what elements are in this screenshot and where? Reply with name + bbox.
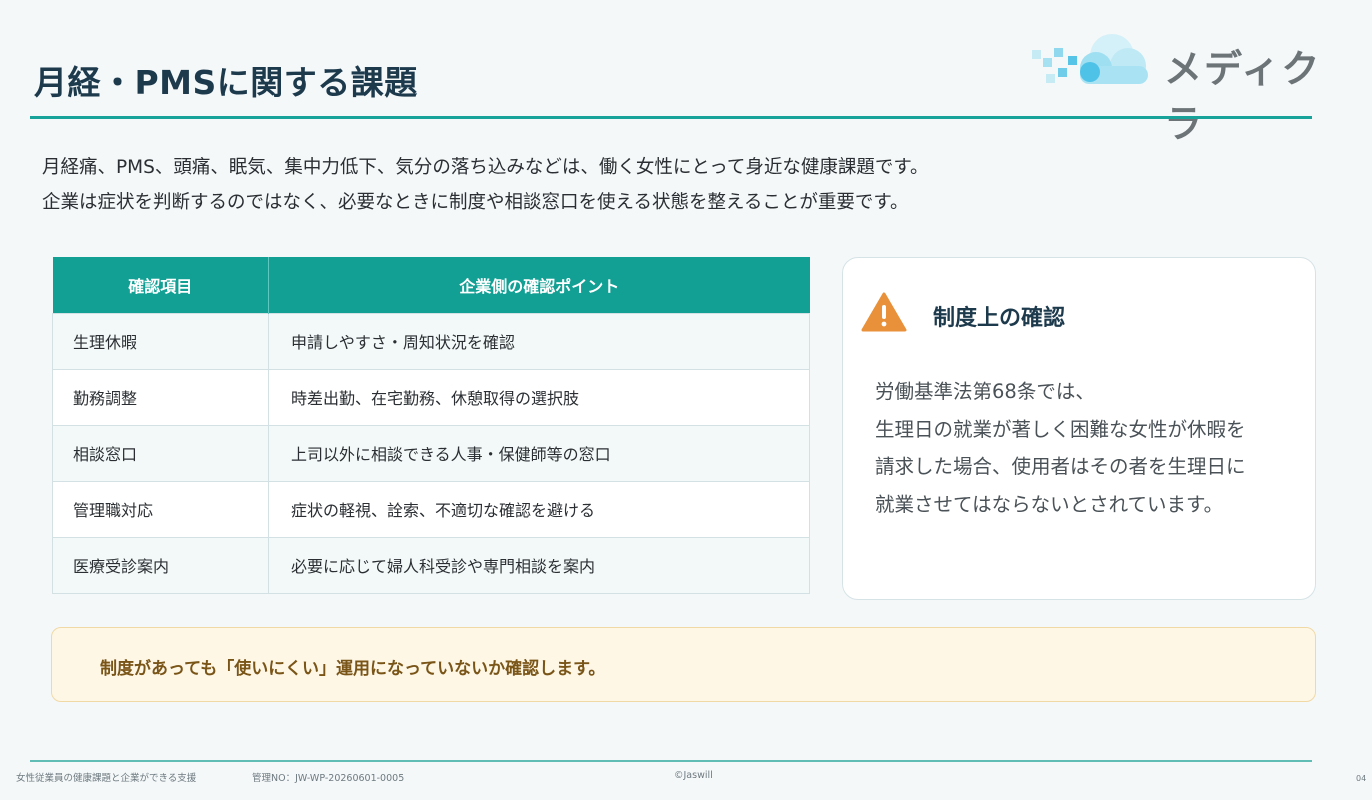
table-row: 勤務調整 時差出勤、在宅勤務、休憩取得の選択肢 [52,368,810,426]
card-line: 請求した場合、使用者はその者を生理日に [875,455,1246,478]
logo-wordmark: メディクラ [1164,47,1322,146]
footer-doc-title: 女性従業員の健康課題と企業ができる支援 [16,773,197,784]
table-cell-point: 症状の軽視、詮索、不適切な確認を避ける [268,480,810,538]
footer-divider [30,760,1312,762]
cloud-logo-icon [1032,34,1148,84]
table-cell-point: 時差出勤、在宅勤務、休憩取得の選択肢 [268,368,810,426]
warning-icon [861,292,907,332]
card-line: 生理日の就業が著しく困難な女性が休暇を [875,417,1246,441]
legal-note-card: 制度上の確認 労働基準法第68条では、 生理日の就業が著しく困難な女性が休暇を … [842,257,1316,600]
table-row: 管理職対応 症状の軽視、詮索、不適切な確認を避ける [52,480,810,538]
table-cell-point: 上司以外に相談できる人事・保健師等の窓口 [268,424,810,482]
table-cell-item: 相談窓口 [52,424,269,482]
table-header-row: 確認項目 企業側の確認ポイント [52,257,810,313]
table-row: 医療受診案内 必要に応じて婦人科受診や専門相談を案内 [52,536,810,594]
callout-note: 制度があっても「使いにくい」運用になっていないか確認します。 [51,627,1316,702]
brand-logo: メディクラ [1030,28,1350,146]
card-title: 制度上の確認 [933,306,1066,331]
card-line: 就業させてはならないとされています。 [875,492,1224,516]
footer-copyright: ©Jaswill [674,770,713,781]
table-header-point: 企業側の確認ポイント [268,257,810,313]
table-cell-point: 必要に応じて婦人科受診や専門相談を案内 [268,536,810,594]
footer-manage-no: 管理NO：JW-WP-20260601-0005 [252,773,405,784]
page-number: 04 [1356,774,1367,783]
table-header-item: 確認項目 [52,257,269,313]
table-cell-point: 申請しやすさ・周知状況を確認 [268,312,810,370]
table-cell-item: 生理休暇 [52,312,269,370]
card-line: 労働基準法第68条では、 [875,380,1095,403]
intro-text: 月経痛、PMS、頭痛、眠気、集中力低下、気分の落ち込みなどは、働く女性にとって身… [42,150,929,220]
table-cell-item: 管理職対応 [52,480,269,538]
slide: 月経・PMSに関する課題 メディクラ 月経痛、PMS、頭痛、眠気、集中力低下、気… [0,0,1372,800]
title-divider [30,116,1312,119]
checklist-table: 確認項目 企業側の確認ポイント 生理休暇 申請しやすさ・周知状況を確認 勤務調整… [52,257,810,594]
card-body: 労働基準法第68条では、 生理日の就業が著しく困難な女性が休暇を 請求した場合、… [875,373,1246,523]
callout-text: 制度があっても「使いにくい」運用になっていないか確認します。 [100,659,606,679]
table-row: 相談窓口 上司以外に相談できる人事・保健師等の窓口 [52,424,810,482]
table-cell-item: 勤務調整 [52,368,269,426]
page-title: 月経・PMSに関する課題 [34,63,418,102]
table-row: 生理休暇 申請しやすさ・周知状況を確認 [52,312,810,370]
intro-line-2: 企業は症状を判断するのではなく、必要なときに制度や相談窓口を使える状態を整えるこ… [42,192,909,213]
intro-line-1: 月経痛、PMS、頭痛、眠気、集中力低下、気分の落ち込みなどは、働く女性にとって身… [42,157,929,178]
table-cell-item: 医療受診案内 [52,536,269,594]
